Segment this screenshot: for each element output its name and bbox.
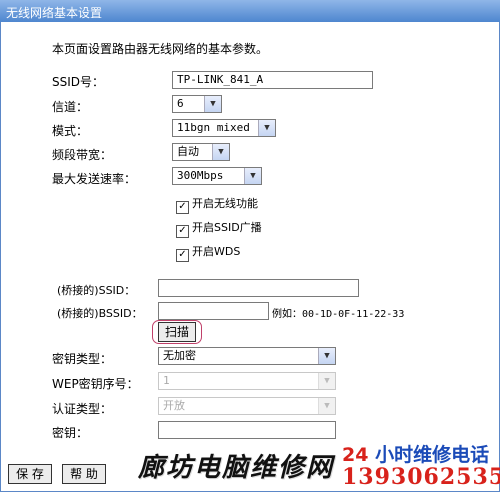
enable-ssid-broadcast-checkbox[interactable]: ✓ 开启SSID广播 [176, 219, 262, 238]
ssid-label: SSID号： [52, 75, 105, 89]
bridged-ssid-input[interactable] [158, 279, 359, 297]
auth-type-value: 开放 [163, 399, 185, 412]
wep-index-select[interactable]: 1 ▼ [158, 372, 336, 390]
wep-index-label: WEP密钥序号： [52, 377, 139, 391]
checkbox-checked-icon: ✓ [176, 249, 189, 262]
key-label: 密钥： [52, 426, 89, 440]
page-title: 无线网络基本设置 [6, 6, 103, 20]
save-button[interactable]: 保 存 [8, 464, 52, 484]
chevron-down-icon: ▼ [318, 348, 335, 364]
chevron-down-icon: ▼ [244, 168, 261, 184]
max-rate-value: 300Mbps [177, 169, 224, 182]
bssid-example-text: 例如：00-1D-0F-11-22-33 [272, 309, 405, 320]
max-rate-label: 最大发送速率： [52, 172, 137, 186]
key-type-label: 密钥类型： [52, 352, 113, 366]
title-bar: 无线网络基本设置 [0, 0, 500, 22]
enable-wireless-checkbox[interactable]: ✓ 开启无线功能 [176, 195, 258, 214]
mode-label: 模式： [52, 124, 89, 138]
scan-button[interactable]: 扫描 [158, 322, 196, 342]
channel-value: 6 [177, 97, 184, 110]
chevron-down-icon: ▼ [204, 96, 221, 112]
wep-index-value: 1 [163, 374, 170, 387]
hotline-number: 24 [342, 444, 369, 466]
bandwidth-select[interactable]: 自动 ▼ [172, 143, 230, 161]
enable-wds-label: 开启WDS [192, 245, 241, 258]
bandwidth-value: 自动 [177, 145, 199, 158]
enable-wds-checkbox[interactable]: ✓ 开启WDS [176, 243, 240, 262]
help-button[interactable]: 帮 助 [62, 464, 106, 484]
bandwidth-label: 频段带宽： [52, 148, 113, 162]
auth-type-select[interactable]: 开放 ▼ [158, 397, 336, 415]
channel-label: 信道： [52, 100, 89, 114]
max-rate-select[interactable]: 300Mbps ▼ [172, 167, 262, 185]
chevron-down-icon: ▼ [318, 373, 335, 389]
key-type-value: 无加密 [163, 349, 196, 362]
hotline-watermark: 24 小时维修电话 [342, 440, 489, 467]
key-type-select[interactable]: 无加密 ▼ [158, 347, 336, 365]
chevron-down-icon: ▼ [212, 144, 229, 160]
page-description: 本页面设置路由器无线网络的基本参数。 [52, 42, 269, 56]
mode-value: 11bgn mixed [177, 121, 250, 134]
hotline-text: 小时维修电话 [375, 444, 490, 466]
enable-wireless-label: 开启无线功能 [192, 197, 258, 210]
phone-watermark: 13930625357 [342, 464, 500, 490]
key-input[interactable] [158, 421, 336, 439]
bridged-bssid-input[interactable] [158, 302, 269, 320]
bridged-ssid-label: (桥接的)SSID： [57, 284, 136, 297]
shop-name-watermark: 廊坊电脑维修网 [138, 453, 335, 483]
ssid-input[interactable]: TP-LINK_841_A [172, 71, 373, 89]
checkbox-checked-icon: ✓ [176, 201, 189, 214]
auth-type-label: 认证类型： [52, 402, 113, 416]
checkbox-checked-icon: ✓ [176, 225, 189, 238]
chevron-down-icon: ▼ [258, 120, 275, 136]
channel-select[interactable]: 6 ▼ [172, 95, 222, 113]
mode-select[interactable]: 11bgn mixed ▼ [172, 119, 276, 137]
bridged-bssid-label: (桥接的)BSSID： [57, 307, 143, 320]
enable-ssid-broadcast-label: 开启SSID广播 [192, 221, 262, 234]
chevron-down-icon: ▼ [318, 398, 335, 414]
